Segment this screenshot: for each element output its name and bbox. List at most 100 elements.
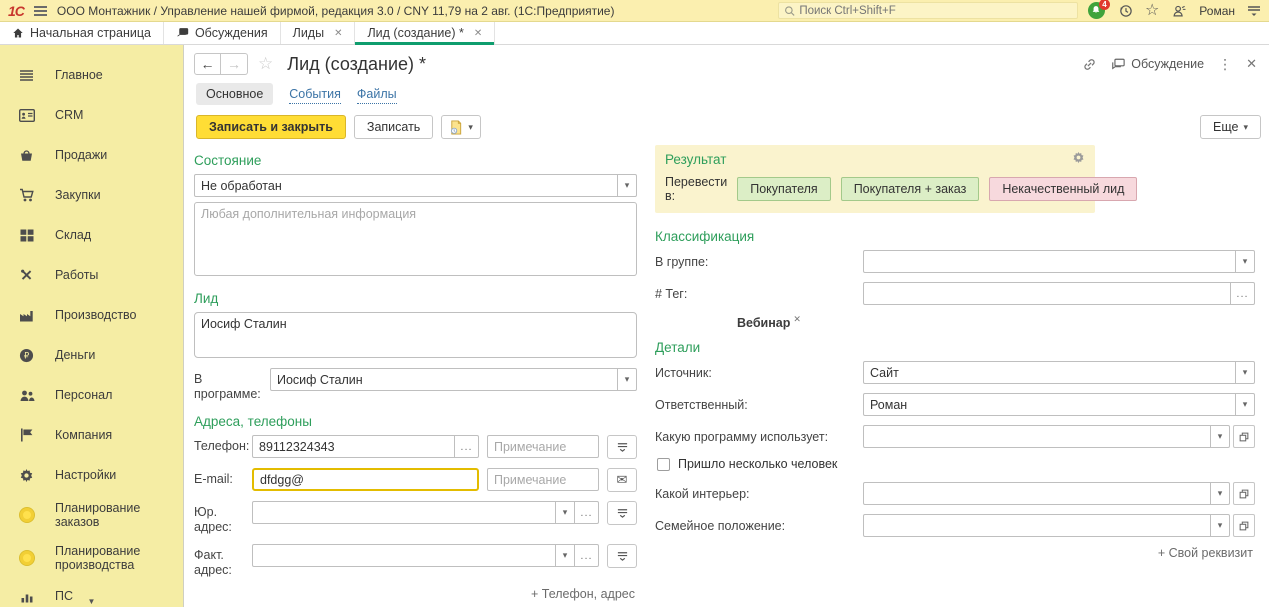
legal-address-field[interactable]: ▾ ... <box>252 501 599 524</box>
tab-events[interactable]: События <box>289 85 341 104</box>
result-settings-gear-icon[interactable] <box>1072 151 1085 167</box>
group-input[interactable] <box>864 251 1235 272</box>
add-phone-address-link[interactable]: + Телефон, адрес <box>531 587 635 601</box>
tab-home[interactable]: Начальная страница <box>0 22 164 44</box>
actual-address-ellipsis-button[interactable]: ... <box>574 545 598 566</box>
tag-remove-icon[interactable]: ✕ <box>793 314 801 324</box>
copy-link-icon[interactable] <box>1082 57 1097 72</box>
tab-leads-close-icon[interactable]: ✕ <box>334 28 342 39</box>
tab-lead-new[interactable]: Лид (создание) * ✕ <box>355 22 496 45</box>
program-used-dropdown-icon[interactable]: ▾ <box>1210 426 1229 448</box>
close-form-icon[interactable]: ✕ <box>1246 56 1257 72</box>
several-people-checkbox-row[interactable]: Пришло несколько человек <box>657 457 1255 471</box>
sidebar-item-production-planning[interactable]: Планирование производства <box>0 535 183 581</box>
sidebar-item-sales[interactable]: Продажи <box>0 135 183 175</box>
legal-address-input[interactable] <box>253 502 555 523</box>
state-dropdown-icon[interactable]: ▾ <box>617 175 636 196</box>
sidebar-item-money[interactable]: ₽ Деньги <box>0 335 183 375</box>
program-used-input[interactable] <box>864 426 1210 448</box>
program-used-open-button[interactable] <box>1233 425 1255 449</box>
bad-lead-button[interactable]: Некачественный лид <box>989 177 1138 201</box>
interior-combobox[interactable]: ▾ <box>863 482 1230 506</box>
users-icon[interactable] <box>1171 4 1187 18</box>
phone-input[interactable] <box>253 436 454 457</box>
sidebar-scroll-down-icon[interactable]: ▼ <box>0 597 183 607</box>
notifications-button[interactable]: 4 <box>1087 0 1110 20</box>
save-and-close-button[interactable]: Записать и закрыть <box>196 115 346 139</box>
comment-textarea[interactable] <box>194 202 637 276</box>
actual-address-field[interactable]: ▾ ... <box>252 544 599 567</box>
more-button[interactable]: Еще ▾ <box>1200 115 1261 139</box>
phone-history-button[interactable] <box>607 435 637 459</box>
phone-ellipsis-button[interactable]: ... <box>454 436 478 457</box>
legal-address-dropdown-icon[interactable]: ▾ <box>555 502 574 523</box>
source-combobox[interactable]: ▾ <box>863 361 1255 385</box>
marital-status-input[interactable] <box>864 515 1210 537</box>
sidebar-item-purchases[interactable]: Закупки <box>0 175 183 215</box>
phone-field[interactable]: ... <box>252 435 479 458</box>
group-combobox[interactable]: ▾ <box>863 250 1255 273</box>
legal-address-history-button[interactable] <box>607 501 637 525</box>
send-email-button[interactable]: ✉ <box>607 468 637 492</box>
more-menu-icon[interactable]: ⋮ <box>1218 56 1232 73</box>
responsible-input[interactable] <box>864 394 1235 416</box>
favorite-star-icon[interactable]: ☆ <box>258 54 273 74</box>
legal-address-ellipsis-button[interactable]: ... <box>574 502 598 523</box>
email-note-field[interactable] <box>487 468 599 491</box>
phone-note-input[interactable] <box>488 436 598 457</box>
search-input[interactable] <box>799 4 1072 17</box>
tag-field[interactable]: ... <box>863 282 1255 305</box>
actual-address-input[interactable] <box>253 545 555 566</box>
convert-to-customer-button[interactable]: Покупателя <box>737 177 831 201</box>
sidebar-item-staff[interactable]: Персонал <box>0 375 183 415</box>
source-input[interactable] <box>864 362 1235 384</box>
add-custom-attribute-link[interactable]: + Свой реквизит <box>1158 546 1253 560</box>
phone-note-field[interactable] <box>487 435 599 458</box>
marital-status-dropdown-icon[interactable]: ▾ <box>1210 515 1229 537</box>
in-program-input[interactable] <box>271 369 617 390</box>
lead-name-textarea[interactable]: Иосиф Сталин <box>194 312 637 358</box>
tab-leads[interactable]: Лиды ✕ <box>281 22 356 44</box>
sidebar-item-settings[interactable]: Настройки <box>0 455 183 495</box>
responsible-dropdown-icon[interactable]: ▾ <box>1235 394 1254 416</box>
forward-button[interactable]: → <box>221 53 248 75</box>
tag-ellipsis-button[interactable]: ... <box>1230 283 1254 304</box>
checkbox-icon[interactable] <box>657 457 670 471</box>
main-menu-icon[interactable] <box>33 5 47 16</box>
save-button[interactable]: Записать <box>353 115 434 139</box>
email-note-input[interactable] <box>488 469 598 490</box>
marital-status-open-button[interactable] <box>1233 514 1255 538</box>
email-input[interactable] <box>254 470 477 489</box>
favorites-star-icon[interactable]: ☆ <box>1145 2 1159 19</box>
email-field[interactable] <box>252 468 479 491</box>
sidebar-item-production[interactable]: Производство <box>0 295 183 335</box>
responsible-combobox[interactable]: ▾ <box>863 393 1255 417</box>
back-button[interactable]: ← <box>194 53 221 75</box>
convert-to-customer-order-button[interactable]: Покупателя + заказ <box>840 177 980 201</box>
source-dropdown-icon[interactable]: ▾ <box>1235 362 1254 384</box>
create-based-on-button[interactable]: ▾ <box>441 115 481 139</box>
sidebar-item-crm[interactable]: CRM <box>0 95 183 135</box>
actual-address-history-button[interactable] <box>607 544 637 568</box>
actual-address-dropdown-icon[interactable]: ▾ <box>555 545 574 566</box>
sidebar-item-main[interactable]: Главное <box>0 55 183 95</box>
sidebar-item-warehouse[interactable]: Склад <box>0 215 183 255</box>
tab-files[interactable]: Файлы <box>356 85 397 104</box>
program-used-combobox[interactable]: ▾ <box>863 425 1230 449</box>
tab-lead-new-close-icon[interactable]: ✕ <box>474 28 482 39</box>
group-dropdown-icon[interactable]: ▾ <box>1235 251 1254 272</box>
global-search[interactable] <box>777 2 1078 19</box>
interior-dropdown-icon[interactable]: ▾ <box>1210 483 1229 505</box>
state-combobox[interactable]: ▾ <box>194 174 637 197</box>
state-input[interactable] <box>195 175 617 196</box>
interior-open-button[interactable] <box>1233 482 1255 506</box>
tab-main[interactable]: Основное <box>196 83 274 105</box>
in-program-combobox[interactable]: ▾ <box>270 368 637 391</box>
tab-discussions[interactable]: Обсуждения <box>164 22 281 44</box>
marital-status-combobox[interactable]: ▾ <box>863 514 1230 538</box>
in-program-dropdown-icon[interactable]: ▾ <box>617 369 636 390</box>
service-menu-icon[interactable] <box>1247 4 1261 17</box>
sidebar-item-works[interactable]: Работы <box>0 255 183 295</box>
sidebar-item-company[interactable]: Компания <box>0 415 183 455</box>
tag-input[interactable] <box>864 283 1230 304</box>
